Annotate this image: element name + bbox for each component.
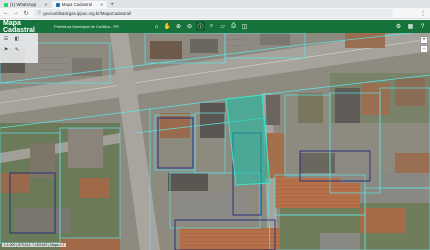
left-tool-panel: ☰ ◧ ⚑ ✎	[0, 33, 38, 63]
help-icon[interactable]: ?	[418, 22, 427, 31]
url-text: geocuritibasirgas.ippuc.org.br/MapaCadas…	[43, 10, 132, 16]
zoom-out-icon[interactable]: ⊖	[185, 22, 194, 31]
back-arrow-icon[interactable]: ←	[3, 10, 9, 16]
search-icon[interactable]: ⌕	[207, 22, 216, 31]
tab-label: (1) WhatsApp	[10, 2, 37, 7]
reload-icon[interactable]: ↻	[23, 10, 29, 17]
pan-icon[interactable]: ✋	[163, 22, 172, 31]
bookmark-icon[interactable]: ⚑	[2, 46, 10, 53]
zoom-in-button[interactable]: +	[420, 36, 428, 44]
map-toolbar: ⌂ ✋ ⊕ ⊖ ⓘ ⌕ ▱ ⎙ ◫	[152, 22, 249, 31]
layers-icon[interactable]: ◫	[240, 22, 249, 31]
browser-tab-whatsapp[interactable]: (1) WhatsApp ✕	[0, 1, 52, 8]
site-favicon-icon	[55, 2, 60, 7]
header-right-tools: ⚙ ▦?	[394, 22, 430, 31]
settings-icon[interactable]: ⚙	[394, 22, 403, 31]
app-header: Mapa Cadastral Prefeitura Municipal de C…	[0, 19, 430, 34]
aerial-map[interactable]	[0, 33, 430, 250]
url-input[interactable]: ⓘ geocuritibasirgas.ippuc.org.br/MapaCad…	[33, 9, 393, 17]
forward-arrow-icon[interactable]: →	[13, 10, 19, 16]
map-canvas[interactable]	[0, 33, 430, 250]
grid-icon[interactable]: ▦	[406, 22, 415, 31]
home-icon[interactable]: ⌂	[152, 22, 161, 31]
close-tab-icon[interactable]: ✕	[44, 2, 47, 7]
browser-menu-icon[interactable]: ⋮	[420, 10, 426, 17]
coordinates-readout: 1:1.000 | 673.412, 7.183.519 | Mapa 1 1	[2, 243, 67, 247]
layers-list-icon[interactable]: ☰	[2, 35, 10, 42]
left-panel-row: ⚑ ✎	[0, 44, 38, 55]
browser-tab-bar: (1) WhatsApp ✕ Mapa Cadastral ✕ +	[0, 0, 430, 8]
browser-address-bar: ← → ↻ ⓘ geocuritibasirgas.ippuc.org.br/M…	[0, 8, 430, 19]
info-icon[interactable]: ⓘ	[196, 22, 205, 31]
browser-tab-mapa-cadastral[interactable]: Mapa Cadastral ✕	[51, 1, 108, 8]
zoom-control: + −	[420, 36, 428, 53]
app-subtitle: Prefeitura Municipal de Curitiba - PR	[54, 24, 119, 29]
left-panel-row: ☰ ◧	[0, 33, 38, 44]
close-tab-icon[interactable]: ✕	[100, 2, 103, 7]
print-icon[interactable]: ⎙	[229, 22, 238, 31]
measure-icon[interactable]: ▱	[218, 22, 227, 31]
site-info-icon[interactable]: ⓘ	[37, 10, 41, 16]
app-title: Mapa Cadastral	[3, 19, 35, 34]
draw-icon[interactable]: ✎	[13, 46, 21, 53]
legend-icon[interactable]: ◧	[13, 35, 21, 42]
tab-label: Mapa Cadastral	[61, 2, 92, 7]
whatsapp-favicon-icon	[4, 2, 8, 7]
zoom-in-icon[interactable]: ⊕	[174, 22, 183, 31]
zoom-out-button[interactable]: −	[420, 45, 428, 53]
